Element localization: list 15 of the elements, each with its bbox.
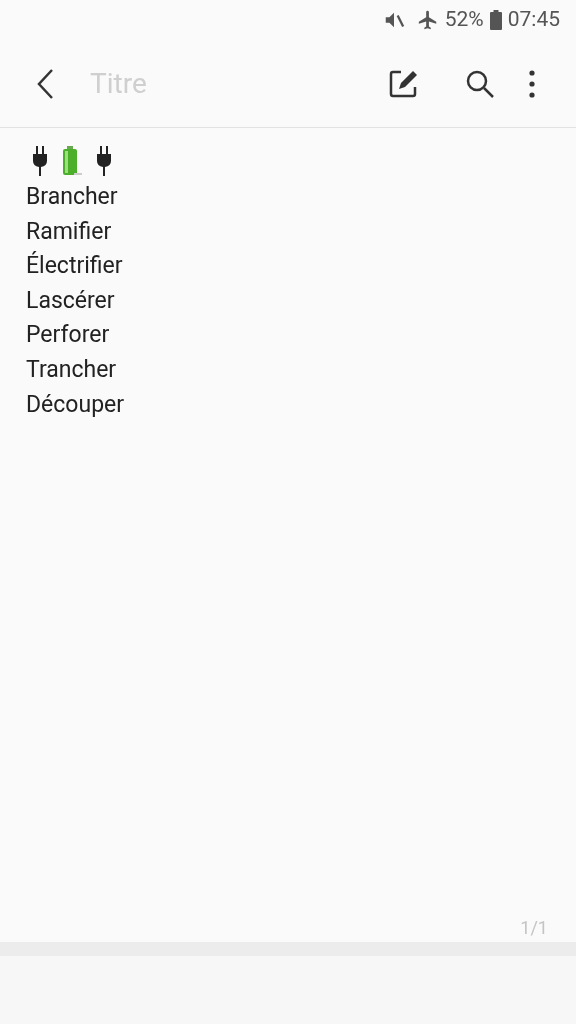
note-line: Ramifier	[26, 216, 112, 247]
note-line: Découper	[26, 389, 125, 420]
note-line: Trancher	[26, 354, 117, 385]
plug-icon	[32, 146, 48, 176]
battery-icon	[489, 10, 502, 30]
clock: 07:45	[507, 6, 560, 34]
airplane-icon	[416, 9, 439, 31]
plug-icon	[96, 146, 112, 176]
note-line: Lascérer	[26, 285, 115, 316]
note-line: Perforer	[26, 320, 110, 351]
battery-icon	[62, 146, 82, 176]
note-line: Électrifier	[26, 250, 123, 282]
more-icon[interactable]	[529, 69, 535, 98]
battery-percent: 52%	[444, 6, 484, 34]
note-line: Brancher	[26, 182, 118, 212]
